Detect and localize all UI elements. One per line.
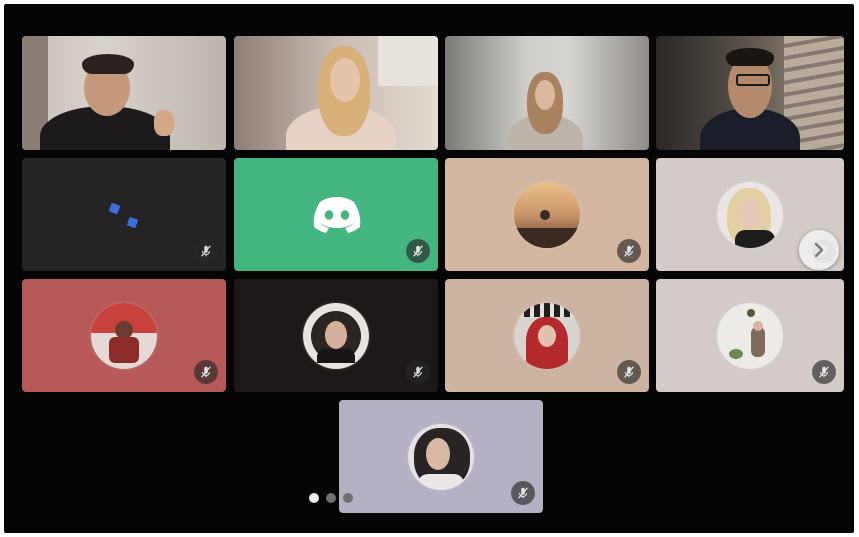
- participant-tile[interactable]: [22, 158, 226, 271]
- hair: [82, 54, 134, 74]
- blue-dots-avatar: [108, 202, 121, 215]
- participant-tile[interactable]: [22, 279, 226, 392]
- page-dot[interactable]: [326, 493, 336, 503]
- video-feed: [656, 36, 844, 150]
- photo-avatar: [408, 423, 474, 490]
- video-feed: [234, 36, 438, 150]
- mic-muted-icon: [617, 360, 641, 384]
- pagination-dots: [309, 493, 353, 503]
- video-call-grid: [4, 4, 854, 533]
- discord-logo-icon: [313, 197, 361, 233]
- participant-video-tile[interactable]: [656, 36, 844, 150]
- participant-tile[interactable]: [339, 400, 543, 513]
- page-dot-active[interactable]: [309, 493, 319, 503]
- chevron-right-icon: [814, 242, 824, 258]
- participant-tile[interactable]: [234, 158, 438, 271]
- video-feed: [22, 36, 226, 150]
- sunset-avatar: [514, 181, 580, 248]
- mic-muted-icon: [511, 481, 535, 505]
- person-head: [535, 80, 555, 110]
- photo-avatar: [717, 181, 783, 248]
- participant-tile[interactable]: [234, 279, 438, 392]
- participant-tile[interactable]: [445, 158, 649, 271]
- mic-muted-icon: [194, 360, 218, 384]
- participant-video-tile[interactable]: [234, 36, 438, 150]
- next-page-button[interactable]: [799, 230, 839, 270]
- mic-muted-icon: [617, 239, 641, 263]
- participant-video-tile[interactable]: [445, 36, 649, 150]
- mic-muted-icon: [812, 360, 836, 384]
- mic-muted-icon: [406, 360, 430, 384]
- mic-muted-icon: [194, 239, 218, 263]
- glasses: [736, 74, 770, 86]
- photo-avatar: [91, 302, 157, 369]
- participant-video-tile[interactable]: [22, 36, 226, 150]
- mic-muted-icon: [406, 239, 430, 263]
- participant-tile[interactable]: [656, 279, 844, 392]
- page-dot[interactable]: [343, 493, 353, 503]
- hair: [726, 48, 774, 66]
- photo-avatar: [514, 302, 580, 369]
- hand: [154, 110, 174, 136]
- shelf: [378, 36, 438, 86]
- participant-tile[interactable]: [445, 279, 649, 392]
- video-feed: [445, 36, 649, 150]
- person-head: [330, 58, 360, 102]
- photo-avatar: [717, 302, 783, 369]
- blue-dots-avatar: [126, 216, 139, 229]
- photo-avatar: [303, 302, 369, 369]
